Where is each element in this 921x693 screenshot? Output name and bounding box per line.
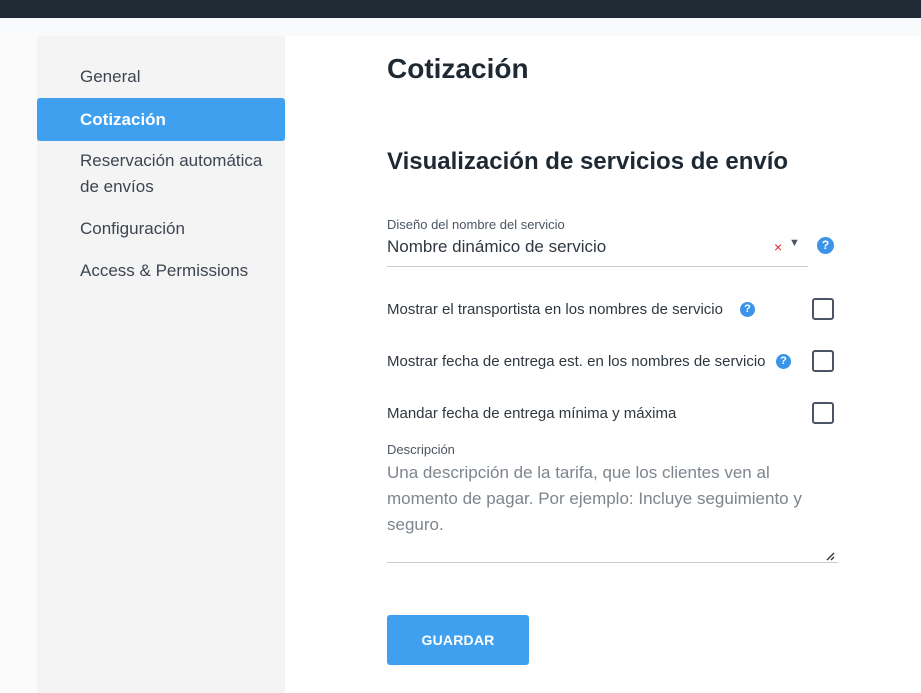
service-name-label: Diseño del nombre del servicio: [387, 217, 565, 232]
settings-sidebar: General Cotización Reservación automátic…: [37, 36, 285, 693]
description-textarea[interactable]: [387, 460, 838, 563]
sidebar-item-cotizacion[interactable]: Cotización: [37, 98, 285, 141]
top-strip: [0, 18, 921, 36]
sidebar-item-label: Reservación automática: [80, 151, 263, 170]
sidebar-item-configuracion[interactable]: Configuración: [37, 216, 285, 242]
sidebar-item-label: Cotización: [80, 110, 166, 129]
option-min-max-date-label: Mandar fecha de entrega mínima y máxima: [387, 405, 677, 422]
option-show-carrier-checkbox[interactable]: [812, 298, 834, 320]
help-icon[interactable]: ?: [817, 237, 834, 254]
service-name-select[interactable]: Nombre dinámico de servicio × ▼: [387, 234, 808, 267]
top-bar: [0, 0, 921, 18]
resize-handle-icon[interactable]: [825, 551, 835, 561]
sidebar-item-reservacion[interactable]: Reservación automática de envíos: [37, 148, 285, 200]
option-min-max-date-checkbox[interactable]: [812, 402, 834, 424]
sidebar-item-label: General: [80, 67, 141, 86]
close-icon[interactable]: ×: [774, 239, 782, 255]
save-button[interactable]: GUARDAR: [387, 615, 529, 665]
sidebar-item-general[interactable]: General: [37, 64, 285, 90]
service-name-value: Nombre dinámico de servicio: [387, 237, 607, 256]
left-margin: [0, 36, 37, 693]
sidebar-item-access-permissions[interactable]: Access & Permissions: [37, 258, 285, 284]
sidebar-item-label: Access & Permissions: [80, 261, 249, 280]
sidebar-item-label: Configuración: [80, 219, 185, 238]
option-show-delivery-date-label: Mostrar fecha de entrega est. en los nom…: [387, 353, 766, 370]
section-title: Visualización de servicios de envío: [387, 148, 789, 175]
sidebar-item-label-line2: de envíos: [80, 177, 154, 196]
option-show-delivery-date-checkbox[interactable]: [812, 350, 834, 372]
help-icon[interactable]: ?: [776, 354, 791, 369]
caret-down-icon[interactable]: ▼: [789, 237, 800, 249]
page-title: Cotización: [387, 53, 529, 84]
help-icon[interactable]: ?: [740, 302, 755, 317]
option-show-carrier-label: Mostrar el transportista en los nombres …: [387, 301, 723, 318]
description-label: Descripción: [387, 442, 455, 457]
